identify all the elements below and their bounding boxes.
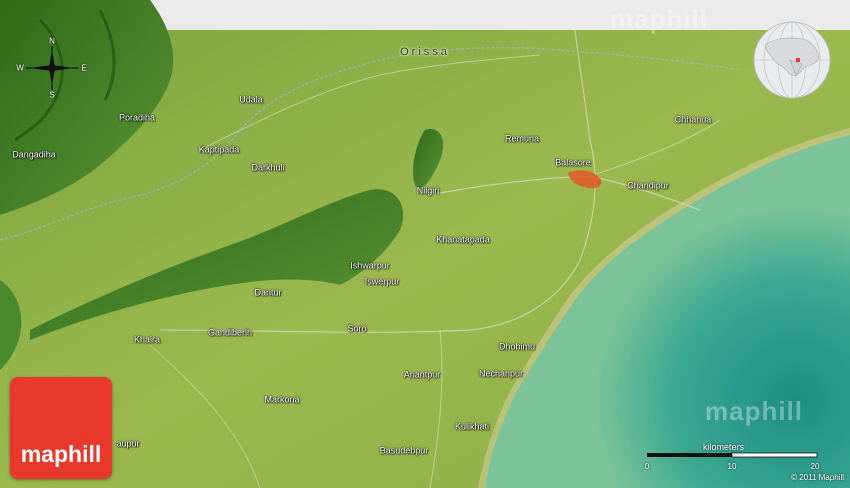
place-label[interactable]: Kaptipada — [199, 145, 240, 155]
scale-bar: kilometers 0 10 20 — [644, 438, 820, 471]
compass-rose: N S E W — [14, 36, 90, 100]
place-label[interactable]: Anantpur — [404, 370, 441, 380]
scale-tick: 20 — [810, 462, 820, 471]
place-label[interactable]: Khanatapada — [436, 235, 490, 245]
compass-north: N — [49, 36, 55, 46]
maphill-logo[interactable]: maphill — [10, 377, 112, 479]
place-label[interactable]: Darkhuli — [251, 163, 284, 173]
place-label[interactable]: Soro — [347, 324, 366, 334]
compass-icon — [26, 46, 78, 90]
place-label[interactable]: Basudebpur — [380, 446, 429, 456]
place-label[interactable]: Remuna — [505, 134, 539, 144]
logo-text: maphill — [20, 440, 102, 467]
place-label[interactable]: Poradiha — [119, 113, 155, 123]
place-label[interactable]: Nilgiri — [417, 186, 440, 196]
place-label[interactable]: Dantur — [254, 288, 281, 298]
place-label[interactable]: Chandipur — [627, 181, 669, 191]
place-label[interactable]: aupur — [116, 439, 139, 449]
copyright-text: © 2011 Maphill — [791, 473, 844, 482]
compass-south: S — [49, 90, 55, 100]
compass-west: W — [16, 63, 24, 73]
scale-tick: 0 — [644, 462, 650, 471]
place-label[interactable]: Dangadiha — [12, 150, 56, 160]
place-label[interactable]: Ishwarpur — [350, 261, 390, 271]
watermark-sea: maphill — [705, 396, 804, 426]
compass-east: E — [81, 63, 87, 73]
scale-tick: 10 — [727, 462, 737, 471]
place-label[interactable]: Chhanua — [675, 115, 712, 125]
satellite-map[interactable]: maphill maphill Orissa Udala Poradiha Da… — [0, 0, 850, 488]
place-label[interactable]: Nechanpur — [479, 369, 523, 379]
place-label[interactable]: Kulikhati — [455, 422, 489, 432]
place-label[interactable]: Gandiberih — [208, 328, 252, 338]
place-label[interactable]: Udala — [239, 95, 263, 105]
place-label[interactable]: Markona — [264, 395, 299, 405]
watermark-top: maphill — [610, 4, 709, 34]
place-label[interactable]: Khaira — [134, 335, 160, 345]
place-label[interactable]: Iswerpur — [365, 277, 400, 287]
place-label[interactable]: Balasore — [555, 158, 591, 168]
region-label-orissa: Orissa — [400, 46, 450, 58]
locator-globe — [752, 20, 832, 100]
globe-icon — [753, 21, 831, 99]
place-label[interactable]: Dhobimu — [499, 342, 535, 352]
